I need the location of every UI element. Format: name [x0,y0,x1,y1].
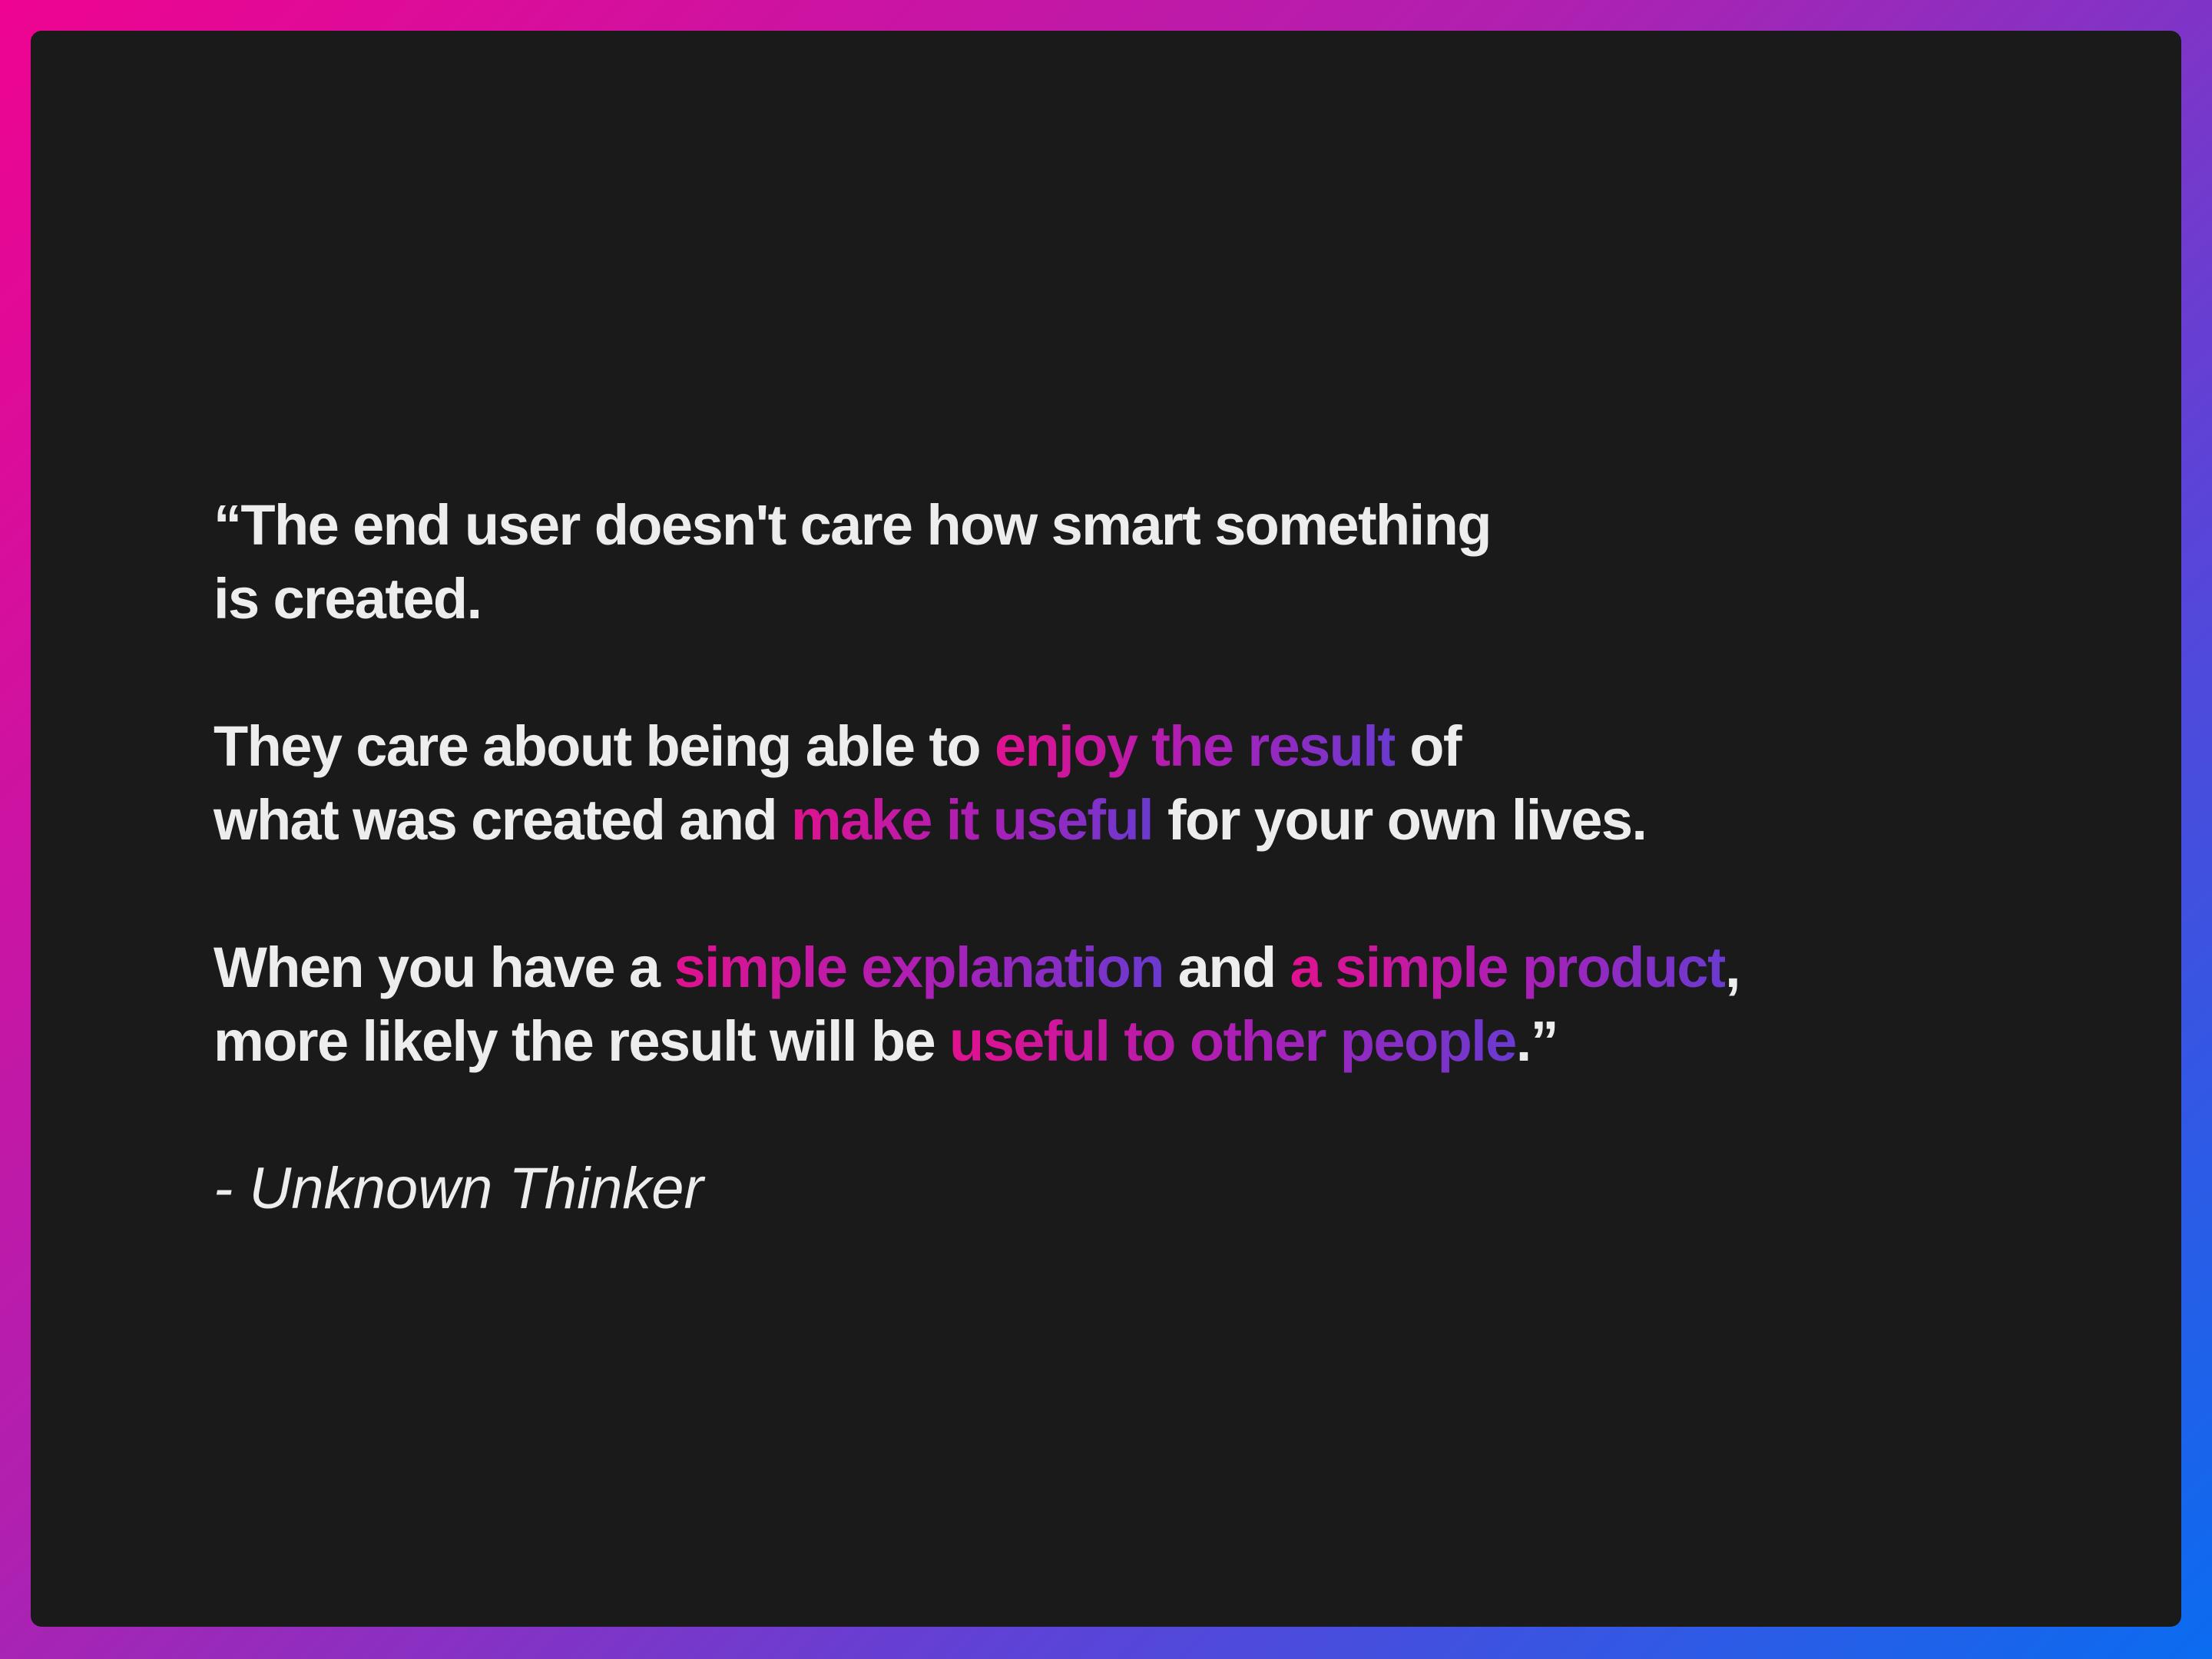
quote-text: They care about being able to [214,714,995,778]
highlight-phrase: make it useful [790,788,1154,852]
quote-card: “The end user doesn't care how smart som… [31,31,2181,1627]
highlight-phrase: enjoy the result [994,714,1396,778]
quote-text: “The end user doesn't care how smart som… [214,493,1492,557]
quote-paragraph-2: They care about being able to enjoy the … [214,710,2103,857]
quote-paragraph-3: When you have a simple explanation and a… [214,931,2103,1078]
quote-text: for your own lives. [1153,788,1647,852]
quote-block: “The end user doesn't care how smart som… [214,488,2103,1226]
highlight-phrase: useful to other people [949,1009,1517,1073]
quote-text: is created. [214,567,482,631]
quote-text: .” [1515,1009,1559,1073]
quote-text: what was created and [214,788,791,852]
quote-text: and [1163,935,1290,999]
quote-attribution: - Unknown Thinker [214,1156,704,1221]
gradient-border-frame: “The end user doesn't care how smart som… [0,0,2212,1659]
quote-text: When you have a [214,935,674,999]
highlight-phrase: a simple product [1290,935,1727,999]
highlight-phrase: simple explanation [674,935,1164,999]
quote-text: , [1725,935,1741,999]
quote-text: more likely the result will be [214,1009,949,1073]
quote-text: of [1395,714,1462,778]
quote-paragraph-1: “The end user doesn't care how smart som… [214,488,2103,636]
